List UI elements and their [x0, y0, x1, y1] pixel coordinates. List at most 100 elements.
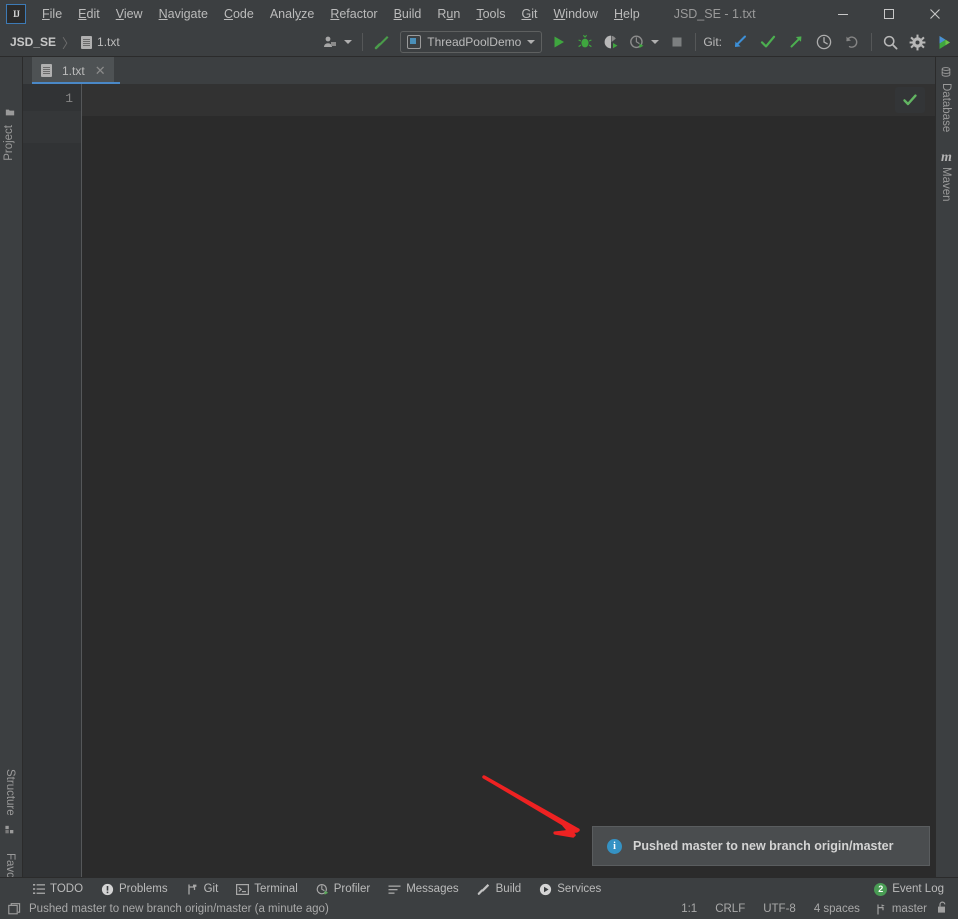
user-settings-icon [324, 36, 337, 47]
tool-window-label: Git [203, 883, 219, 895]
menu-refactor[interactable]: Refactor [322, 3, 385, 25]
git-commit-button[interactable] [754, 28, 782, 56]
text-file-icon [81, 35, 93, 49]
breadcrumb-project[interactable]: JSD_SE [10, 35, 56, 49]
toolbar-actions: ThreadPoolDemo Git: [317, 28, 958, 56]
sidebar-item-label: Maven [940, 167, 952, 202]
menu-help[interactable]: Help [606, 3, 648, 25]
breadcrumb-file[interactable]: 1.txt [97, 35, 120, 49]
tool-window-bar: TODO Problems Git Terminal Profiler Mess… [0, 877, 958, 900]
line-separator[interactable]: CRLF [706, 903, 754, 915]
git-push-icon [790, 36, 802, 48]
toolbar-divider [362, 33, 364, 51]
branch-name: master [891, 903, 927, 915]
minimize-button[interactable] [820, 0, 866, 28]
read-only-toggle[interactable] [933, 901, 952, 917]
git-branch-widget[interactable]: master [869, 903, 933, 916]
unlocked-icon [938, 901, 946, 913]
tool-window-git[interactable]: Git [177, 878, 228, 900]
tool-window-terminal[interactable]: Terminal [227, 878, 306, 900]
menu-run[interactable]: Run [429, 3, 468, 25]
git-rollback-button[interactable] [838, 28, 866, 56]
git-push-button[interactable] [782, 28, 810, 56]
close-button[interactable] [912, 0, 958, 28]
editor-area: 1.txt ✕ 1 [23, 57, 935, 877]
profile-button[interactable] [624, 28, 664, 56]
git-update-icon [735, 35, 746, 47]
close-icon[interactable]: ✕ [95, 64, 106, 77]
tool-window-label: Services [557, 883, 602, 895]
editor-tab-1txt[interactable]: 1.txt ✕ [32, 57, 114, 84]
menu-edit[interactable]: Edit [70, 3, 108, 25]
inspection-widget[interactable] [895, 87, 925, 113]
menu-file[interactable]: File [34, 3, 70, 25]
tool-window-problems[interactable]: Problems [92, 878, 177, 900]
tool-window-profiler[interactable]: Profiler [307, 878, 379, 900]
close-icon [930, 9, 940, 19]
sidebar-item-database[interactable]: Database [940, 83, 952, 132]
run-coverage-button[interactable] [598, 28, 624, 56]
sidebar-item-maven[interactable]: Maven [940, 167, 952, 202]
run-config-icon [407, 35, 422, 49]
sidebar-item-project[interactable]: Project [3, 125, 15, 161]
editor-tab-bar: 1.txt ✕ [23, 57, 935, 84]
code-editor[interactable] [82, 84, 935, 877]
menu-tools[interactable]: Tools [468, 3, 513, 25]
tool-window-services[interactable]: Services [530, 878, 610, 900]
maximize-button[interactable] [866, 0, 912, 28]
structure-icon [5, 825, 14, 834]
stop-icon [672, 37, 682, 47]
right-tool-stripe: Database m Maven [935, 57, 958, 877]
menu-view[interactable]: View [108, 3, 151, 25]
menu-code[interactable]: Code [216, 3, 262, 25]
menu-navigate[interactable]: Navigate [151, 3, 216, 25]
stop-button[interactable] [664, 28, 690, 56]
toolbar-divider [871, 33, 872, 51]
search-everywhere-button[interactable] [877, 28, 904, 56]
maven-icon: m [941, 150, 952, 165]
editor-gutter[interactable]: 1 [23, 84, 81, 877]
file-encoding[interactable]: UTF-8 [754, 903, 805, 915]
status-popup-icon [8, 902, 21, 914]
tool-window-build[interactable]: Build [468, 878, 531, 900]
settings-button[interactable] [904, 28, 931, 56]
indent-setting[interactable]: 4 spaces [805, 903, 869, 915]
sidebar-item-structure[interactable]: Structure [4, 769, 16, 816]
ide-assistant-button[interactable] [931, 28, 958, 56]
text-file-icon [41, 64, 52, 77]
menu-analyze[interactable]: Analyze [262, 3, 322, 25]
git-branch-icon [187, 884, 196, 894]
status-bar: Pushed master to new branch origin/maste… [0, 899, 958, 919]
breadcrumb: JSD_SE 〉 1.txt [10, 33, 120, 52]
tool-window-label: Build [495, 883, 522, 895]
tool-window-event-log[interactable]: 2 Event Log [865, 878, 958, 900]
git-history-button[interactable] [810, 28, 838, 56]
debug-button[interactable] [572, 28, 598, 56]
tool-window-todo[interactable]: TODO [24, 878, 92, 900]
run-button[interactable] [546, 28, 572, 56]
build-project-button[interactable] [368, 28, 396, 56]
caret-row-highlight [82, 84, 935, 116]
user-settings-button[interactable] [317, 28, 357, 56]
left-tool-stripe: Project Structure Favorites [0, 57, 23, 916]
event-log-badge: 2 [874, 882, 888, 896]
settings-gear-icon [909, 34, 926, 50]
status-message-group[interactable]: Pushed master to new branch origin/maste… [8, 902, 329, 916]
tool-window-label: TODO [50, 883, 84, 895]
run-configuration-selector[interactable]: ThreadPoolDemo [400, 31, 543, 53]
navigation-toolbar: JSD_SE 〉 1.txt ThreadPoolDemo Git: [0, 28, 958, 57]
menu-build[interactable]: Build [386, 3, 430, 25]
profiler-icon [316, 883, 328, 895]
services-icon [540, 883, 552, 895]
git-update-button[interactable] [726, 28, 754, 56]
messages-icon [388, 885, 401, 894]
sidebar-item-label: Database [940, 83, 952, 133]
notification-balloon[interactable]: i Pushed master to new branch origin/mas… [592, 826, 930, 866]
tool-window-messages[interactable]: Messages [379, 878, 467, 900]
menu-git[interactable]: Git [514, 3, 546, 25]
line-number-1: 1 [65, 91, 73, 106]
caret-position[interactable]: 1:1 [672, 903, 706, 915]
status-bar-right: 1:1 CRLF UTF-8 4 spaces master [672, 901, 952, 917]
git-rollback-icon [846, 36, 858, 48]
menu-window[interactable]: Window [545, 3, 605, 25]
